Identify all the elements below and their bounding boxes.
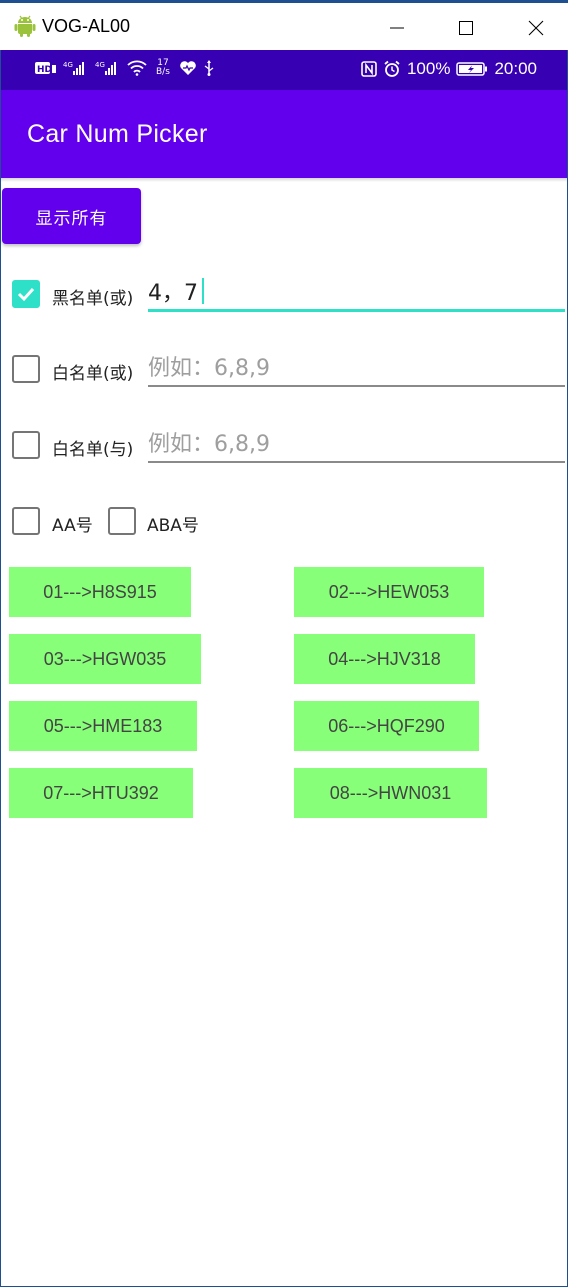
- close-icon: [528, 20, 544, 36]
- status-bar: HD 4G 4G 17 B/s 100% 20:00: [1, 50, 567, 90]
- minimize-icon: [390, 27, 404, 29]
- wifi-icon: [127, 60, 147, 76]
- status-right-icons: 100% 20:00: [361, 59, 537, 79]
- maximize-icon: [459, 21, 473, 35]
- whitelist-or-placeholder: 例如：6,8,9: [148, 356, 270, 381]
- svg-text:4G: 4G: [95, 61, 105, 69]
- whitelist-or-input[interactable]: 例如：6,8,9: [148, 347, 565, 387]
- aa-pattern-label: AA号: [52, 516, 93, 536]
- text-caret: [202, 277, 204, 304]
- plate-item[interactable]: 05--->HME183: [9, 701, 197, 751]
- status-left-icons: HD 4G 4G 17 B/s: [35, 59, 215, 77]
- show-all-button[interactable]: 显示所有: [2, 188, 141, 244]
- blacklist-or-value: 4，7: [148, 280, 198, 306]
- alarm-icon: [384, 60, 400, 77]
- plate-item[interactable]: 04--->HJV318: [294, 634, 475, 684]
- nfc-icon: [361, 61, 377, 77]
- whitelist-and-input[interactable]: 例如：6,8,9: [148, 423, 565, 463]
- plate-item[interactable]: 07--->HTU392: [9, 768, 193, 818]
- svg-text:HD: HD: [37, 65, 52, 75]
- svg-text:4G: 4G: [63, 61, 73, 69]
- whitelist-and-placeholder: 例如：6,8,9: [148, 432, 270, 457]
- plate-item[interactable]: 01--->H8S915: [9, 567, 191, 617]
- minimize-button[interactable]: [374, 6, 420, 50]
- whitelist-and-checkbox[interactable]: [12, 431, 40, 459]
- app-bar: Car Num Picker: [1, 90, 567, 178]
- aa-pattern-checkbox[interactable]: [12, 507, 40, 535]
- network-speed-unit: B/s: [156, 67, 170, 77]
- aba-pattern-checkbox[interactable]: [108, 507, 136, 535]
- plate-item[interactable]: 08--->HWN031: [294, 768, 487, 818]
- blacklist-or-label: 黑名单(或): [52, 289, 134, 309]
- whitelist-or-label: 白名单(或): [52, 364, 134, 384]
- maximize-button[interactable]: [443, 6, 489, 50]
- close-button[interactable]: [513, 6, 559, 50]
- whitelist-or-checkbox[interactable]: [12, 355, 40, 383]
- app-bar-shadow: [1, 178, 567, 182]
- plate-item[interactable]: 03--->HGW035: [9, 634, 201, 684]
- window-title-bar[interactable]: VOG-AL00: [0, 3, 568, 50]
- signal-4g-icon: 4G: [95, 61, 116, 75]
- blacklist-or-input[interactable]: 4，7: [148, 272, 565, 312]
- blacklist-or-checkbox[interactable]: [12, 280, 40, 308]
- heart-icon: [180, 61, 196, 75]
- plate-item[interactable]: 06--->HQF290: [294, 701, 479, 751]
- checkmark-icon: [17, 287, 35, 302]
- whitelist-and-label: 白名单(与): [52, 440, 134, 460]
- status-time: 20:00: [494, 59, 537, 78]
- usb-icon: [204, 60, 214, 76]
- app-title: Car Num Picker: [27, 120, 208, 148]
- battery-percent: 100%: [406, 59, 451, 78]
- hd-icon: HD: [35, 62, 56, 75]
- plate-item[interactable]: 02--->HEW053: [294, 567, 484, 617]
- battery-charging-icon: [456, 62, 488, 76]
- aba-pattern-label: ABA号: [147, 516, 199, 536]
- android-robot-icon: [14, 15, 36, 37]
- signal-4g-icon: 4G: [63, 61, 84, 75]
- window-title: VOG-AL00: [42, 16, 131, 36]
- network-speed: 17 B/s: [156, 59, 170, 77]
